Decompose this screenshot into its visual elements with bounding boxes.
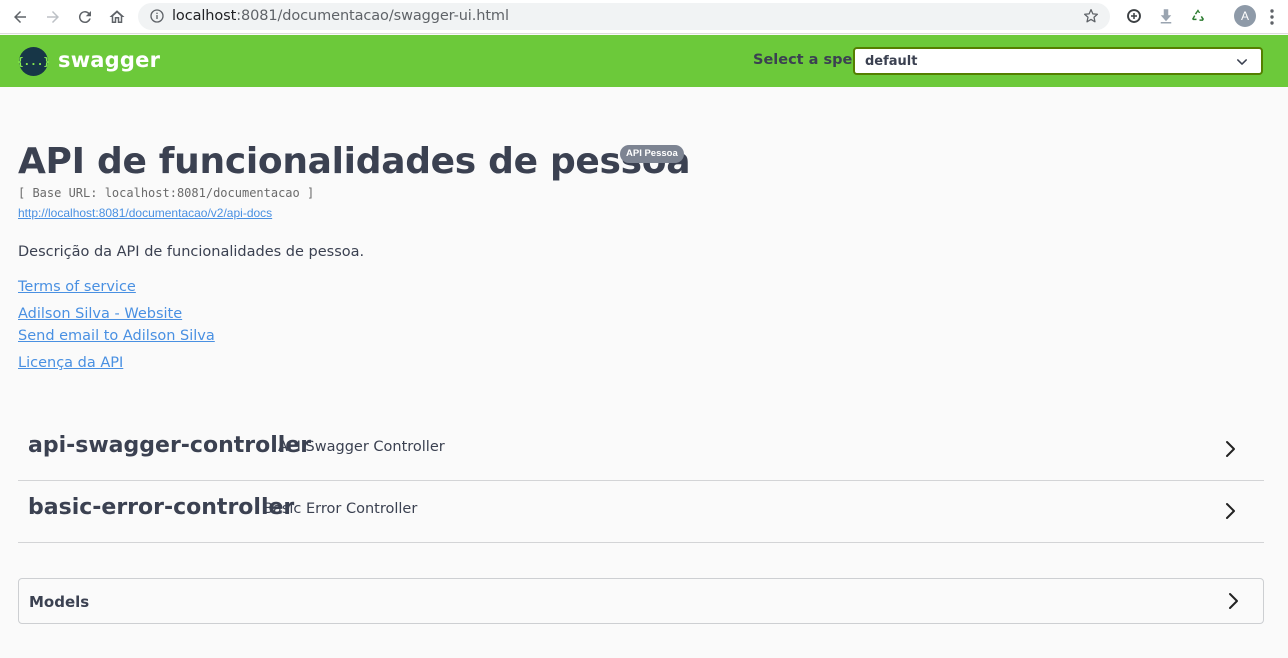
star-icon[interactable]	[1082, 7, 1100, 25]
swagger-logo-icon[interactable]: {...}	[17, 47, 50, 76]
terms-of-service-link[interactable]: Terms of service	[18, 279, 136, 295]
tag-api-swagger-controller[interactable]: api-swagger-controller API Swagger Contr…	[18, 419, 1264, 481]
spec-select[interactable]: default	[853, 47, 1263, 75]
url-text: localhost:8081/documentacao/swagger-ui.h…	[172, 8, 509, 24]
api-description: Descrição da API de funcionalidades de p…	[18, 244, 365, 260]
back-arrow-icon[interactable]	[9, 6, 31, 28]
contact-email-link[interactable]: Send email to Adilson Silva	[18, 328, 215, 344]
browser-toolbar: localhost:8081/documentacao/swagger-ui.h…	[0, 0, 1288, 34]
home-icon[interactable]	[106, 6, 128, 28]
logo-text[interactable]: swagger	[58, 48, 160, 72]
tag-description: Basic Error Controller	[263, 501, 418, 517]
avatar[interactable]: A	[1234, 5, 1256, 27]
contact-website-link[interactable]: Adilson Silva - Website	[18, 306, 182, 322]
spec-label: Select a spec	[753, 52, 861, 68]
forward-arrow-icon[interactable]	[42, 6, 64, 28]
page-title: API de funcionalidades de pessoa	[18, 141, 691, 182]
more-menu-icon[interactable]	[1270, 8, 1274, 26]
reload-icon[interactable]	[74, 6, 96, 28]
download-icon[interactable]	[1157, 7, 1175, 25]
url-path: :8081/documentacao/swagger-ui.html	[236, 8, 509, 24]
url-host: localhost	[172, 8, 237, 24]
tag-description: API Swagger Controller	[278, 439, 445, 455]
chevron-right-icon[interactable]	[1220, 439, 1240, 459]
swagger-topbar: {...} swagger Select a spec default	[0, 35, 1288, 87]
version-badge: API Pessoa	[620, 145, 684, 163]
models-title: Models	[29, 593, 90, 611]
recycle-icon[interactable]	[1189, 7, 1207, 25]
address-bar[interactable]: localhost:8081/documentacao/swagger-ui.h…	[138, 3, 1110, 30]
api-docs-link[interactable]: http://localhost:8081/documentacao/v2/ap…	[18, 206, 272, 220]
tag-basic-error-controller[interactable]: basic-error-controller Basic Error Contr…	[18, 481, 1264, 543]
models-section[interactable]: Models	[18, 578, 1264, 624]
chevron-down-icon	[1237, 59, 1247, 65]
chevron-right-icon[interactable]	[1220, 501, 1240, 521]
base-url: [ Base URL: localhost:8081/documentacao …	[18, 186, 315, 200]
extension-sync-icon[interactable]	[1125, 7, 1143, 25]
info-icon[interactable]	[149, 8, 165, 24]
license-link[interactable]: Licença da API	[18, 355, 123, 371]
tag-name: basic-error-controller	[28, 495, 295, 520]
tag-name: api-swagger-controller	[28, 433, 312, 458]
chevron-right-icon[interactable]	[1223, 591, 1243, 611]
spec-select-value: default	[865, 54, 918, 69]
